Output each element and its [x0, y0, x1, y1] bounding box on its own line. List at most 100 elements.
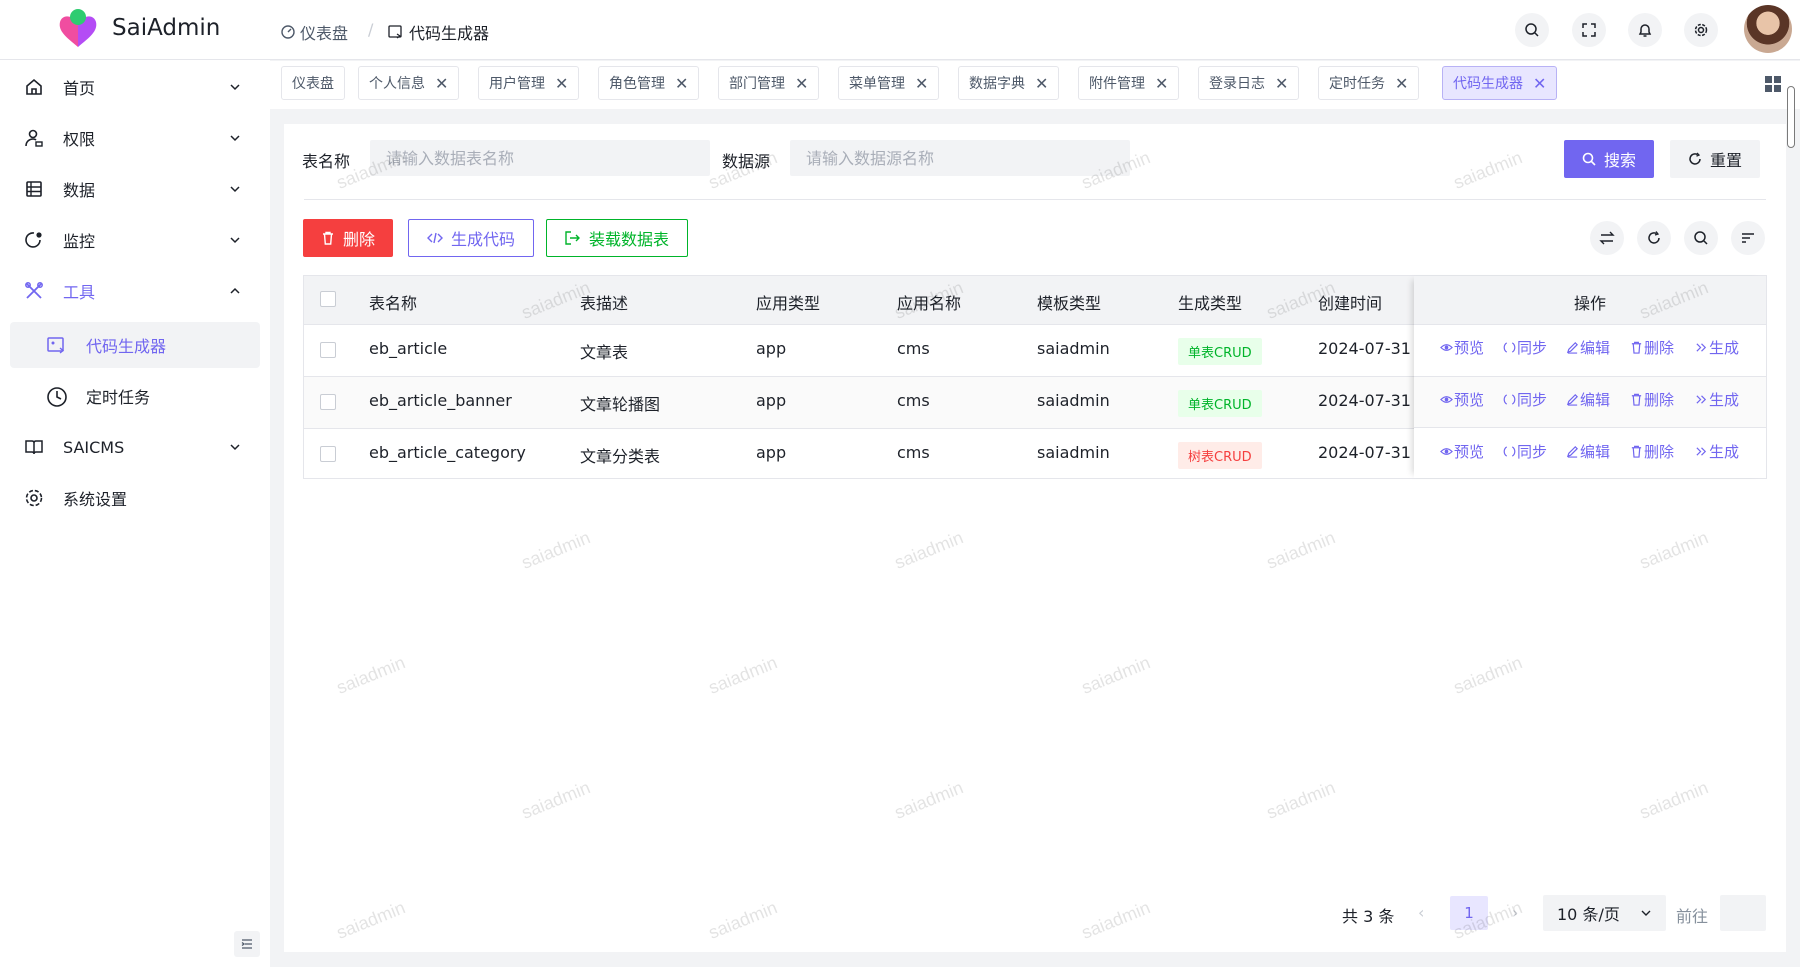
edit-action[interactable]: 编辑: [1566, 337, 1610, 358]
preview-action[interactable]: 预览: [1440, 337, 1484, 358]
preview-action[interactable]: 预览: [1440, 389, 1484, 410]
action-label: 删除: [1644, 339, 1675, 357]
breadcrumb-home[interactable]: 仪表盘: [281, 20, 348, 44]
sidebar-collapse-button[interactable]: [234, 931, 260, 957]
delete-action[interactable]: 删除: [1630, 337, 1674, 358]
sidebar-item-label: SAICMS: [63, 437, 125, 457]
notification-button[interactable]: [1628, 13, 1662, 47]
toggle-search-button[interactable]: [1684, 221, 1718, 255]
edit-action[interactable]: 编辑: [1566, 389, 1610, 410]
tab-label: 登录日志: [1209, 76, 1265, 92]
generate-code-button[interactable]: 生成代码: [408, 219, 535, 257]
edit-icon: [1566, 393, 1579, 406]
bell-icon: [1638, 24, 1652, 37]
load-table-button[interactable]: 装载数据表: [546, 219, 689, 257]
grid-menu-icon[interactable]: [1764, 75, 1782, 93]
edit-action[interactable]: 编辑: [1566, 441, 1610, 462]
action-label: 预览: [1454, 443, 1485, 461]
sync-action[interactable]: 同步: [1503, 441, 1547, 462]
close-icon[interactable]: ✕: [795, 74, 808, 93]
reset-button[interactable]: 重置: [1670, 140, 1761, 178]
tab-dashboard[interactable]: 仪表盘: [281, 66, 345, 100]
generate-action[interactable]: 生成: [1695, 337, 1739, 358]
fullscreen-button[interactable]: [1572, 13, 1606, 47]
edit-icon: [1566, 341, 1579, 354]
close-icon[interactable]: ✕: [1533, 74, 1546, 93]
tab-user[interactable]: 用户管理 ✕: [478, 66, 580, 100]
row-checkbox[interactable]: [320, 394, 336, 410]
sync-action[interactable]: 同步: [1503, 337, 1547, 358]
sidebar-item-system-settings[interactable]: 系统设置: [10, 475, 260, 521]
page-size-select[interactable]: 10 条/页: [1543, 895, 1666, 931]
tools-icon: [25, 282, 43, 299]
column-settings-button[interactable]: [1731, 221, 1765, 255]
sidebar-item-permission[interactable]: 权限: [10, 115, 260, 161]
sidebar-item-monitor[interactable]: 监控: [10, 217, 260, 263]
tab-dict[interactable]: 数据字典 ✕: [958, 66, 1060, 100]
tab-menu[interactable]: 菜单管理 ✕: [838, 66, 940, 100]
tab-label: 仪表盘: [292, 76, 334, 92]
user-avatar[interactable]: [1744, 5, 1792, 53]
chevron-down-icon: [230, 186, 240, 193]
cell-template-type: saiadmin: [1037, 339, 1110, 358]
code-icon: [427, 232, 443, 244]
close-icon[interactable]: ✕: [915, 74, 928, 93]
tab-login-log[interactable]: 登录日志 ✕: [1198, 66, 1300, 100]
settings-button[interactable]: [1684, 13, 1718, 47]
datasource-input[interactable]: [790, 140, 1130, 176]
swap-icon: [1599, 231, 1615, 245]
refresh-button[interactable]: [1637, 221, 1671, 255]
cell-created-at: 2024-07-31 1: [1318, 443, 1427, 462]
cell-app-type: app: [756, 443, 787, 462]
generate-action[interactable]: 生成: [1695, 441, 1739, 462]
sidebar-item-data[interactable]: 数据: [10, 166, 260, 212]
action-label: 预览: [1454, 391, 1485, 409]
next-page-button[interactable]: ›: [1512, 903, 1518, 922]
sidebar-item-tools[interactable]: 工具: [10, 268, 260, 314]
sidebar-item-cron[interactable]: 定时任务: [10, 373, 260, 419]
tab-label: 部门管理: [729, 76, 785, 92]
sidebar-item-saicms[interactable]: SAICMS: [10, 424, 260, 470]
close-icon[interactable]: ✕: [435, 74, 448, 93]
cell-app-name: cms: [897, 391, 930, 410]
trash-icon: [1630, 393, 1643, 406]
row-checkbox[interactable]: [320, 342, 336, 358]
close-icon[interactable]: ✕: [1275, 74, 1288, 93]
tab-attachment[interactable]: 附件管理 ✕: [1078, 66, 1180, 100]
close-icon[interactable]: ✕: [555, 74, 568, 93]
breadcrumb-separator: /: [368, 20, 374, 39]
tab-role[interactable]: 角色管理 ✕: [598, 66, 700, 100]
page-size-label: 10 条/页: [1557, 905, 1620, 924]
tab-profile[interactable]: 个人信息 ✕: [358, 66, 460, 100]
preview-action[interactable]: 预览: [1440, 441, 1484, 462]
batch-delete-button[interactable]: 删除: [303, 219, 394, 257]
tab-cron[interactable]: 定时任务 ✕: [1318, 66, 1420, 100]
chevron-down-icon: [1641, 910, 1651, 916]
select-all-checkbox[interactable]: [320, 291, 336, 307]
tab-dept[interactable]: 部门管理 ✕: [718, 66, 820, 100]
close-icon[interactable]: ✕: [675, 74, 688, 93]
row-checkbox[interactable]: [320, 446, 336, 462]
cell-created-at: 2024-07-31 1: [1318, 339, 1427, 358]
header-description: 表描述: [580, 294, 629, 313]
column-swap-button[interactable]: [1590, 221, 1624, 255]
goto-page-input[interactable]: [1720, 895, 1766, 931]
search-button[interactable]: 搜索: [1564, 140, 1655, 178]
close-icon[interactable]: ✕: [1155, 74, 1168, 93]
table-name-input[interactable]: [370, 140, 710, 176]
delete-action[interactable]: 删除: [1630, 389, 1674, 410]
scrollbar[interactable]: [1787, 86, 1795, 148]
sync-action[interactable]: 同步: [1503, 389, 1547, 410]
sidebar-item-home[interactable]: 首页: [10, 64, 260, 110]
page-1-button[interactable]: 1: [1450, 896, 1488, 930]
close-icon[interactable]: ✕: [1035, 74, 1048, 93]
tab-label: 菜单管理: [849, 76, 905, 92]
sidebar-item-code-generator[interactable]: 代码生成器: [10, 322, 260, 368]
prev-page-button[interactable]: ‹: [1418, 903, 1424, 922]
tab-code-generator[interactable]: 代码生成器 ✕: [1442, 66, 1558, 100]
close-icon[interactable]: ✕: [1395, 74, 1408, 93]
search-button[interactable]: [1515, 13, 1549, 47]
generate-action[interactable]: 生成: [1695, 389, 1739, 410]
gear-icon: [25, 489, 43, 507]
delete-action[interactable]: 删除: [1630, 441, 1674, 462]
